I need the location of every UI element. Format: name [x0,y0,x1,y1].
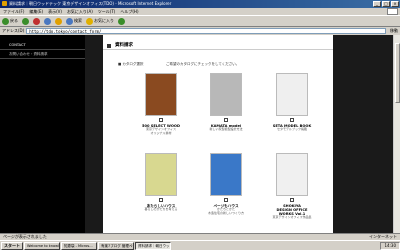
toolbar-icon [55,17,62,25]
windows-logo-icon [387,8,398,15]
address-input[interactable]: http://tdo.tokyo/contact_form/ [26,28,386,34]
go-button[interactable]: 移動 [388,28,400,34]
catalog-item: KAMATA model 新しい家型模型設計方法 [201,73,251,132]
toolbar-button-1[interactable] [22,17,29,25]
toolbar-button-3[interactable] [44,17,51,25]
sidebar: CONTACT お問い合わせ・資料請求 [0,35,85,233]
address-bar: アドレス(D) http://tdo.tokyo/contact_form/ 移… [0,27,400,35]
toolbar-button-0[interactable]: 戻る [2,17,18,25]
catalog-cover-image [210,153,242,196]
ie-icon [2,1,7,6]
status-text: ページが表示されました [3,234,47,239]
catalog-cover-image [145,73,177,116]
toolbar-label: 戻る [10,18,18,23]
scrollbar-thumb[interactable] [395,43,400,103]
toolbar-icon [44,17,51,25]
toolbar: 戻る 検索 お気に入り [0,15,400,27]
catalog-checkbox[interactable] [224,118,228,122]
catalog-item: 500 SELECT WOOD 東京デザインオフィス オリジナル素材 [136,73,186,135]
catalog-subtitle: 東京デザインオフィス オリジナル素材 [146,127,176,135]
catalog-item: あたらしいハウス 暮らしのかたちを考える [136,153,186,212]
intro-text: ご希望のカタログにチェックをしてください。 [166,62,240,66]
menu-edit[interactable]: 編集(E) [29,9,43,15]
toolbar-button-4[interactable] [55,17,62,25]
menu-view[interactable]: 表示(V) [48,9,62,15]
menu-favorites[interactable]: お気に入り(A) [67,9,93,15]
taskbar-task-2[interactable]: 有楽7ブログ 管理ページ... [98,241,134,250]
catalog-subtitle: 東京デザインオフィス作品集 [272,215,312,219]
toolbar-button-7[interactable] [118,17,125,25]
toolbar-label: 検索 [74,18,82,23]
minimize-button[interactable]: _ [373,1,381,7]
catalog-subtitle: 新しい家型模型設計方法 [209,127,243,131]
catalog-checkbox[interactable] [159,118,163,122]
toolbar-button-5[interactable]: 検索 [66,17,82,25]
menu-file[interactable]: ファイル(F) [3,9,24,15]
catalog-cover-image [210,73,242,116]
taskbar-clock: 14:30 [380,241,400,250]
page-title-text: 資料請求 [115,43,133,48]
catalog-checkbox[interactable] [290,198,294,202]
start-button[interactable]: スタート [1,241,23,250]
catalog-item: SETA MODEL BOOK セタモデルブック掲載 [267,73,317,132]
toolbar-icon [2,17,9,25]
catalog-cover-image [276,73,308,116]
toolbar-icon [86,17,93,25]
page-title: 資料請求 [103,42,333,50]
section-label: ■ カタログ選択 [118,62,144,66]
catalog-item: ページもハウス かたちとかた 木造住宅の新しいつくり方 [201,153,251,215]
taskbar-task-1[interactable]: 知恵袋 - Micros... [61,241,97,250]
catalog-subtitle: 暮らしのかたちを考える [144,207,178,211]
main-content: 資料請求 ■ カタログ選択 ご希望のカタログにチェックをしてください。 500 … [103,35,333,233]
status-bar: ページが表示されました インターネット [0,233,400,240]
toolbar-icon [66,17,73,25]
window-titlebar: 資料請求｜朝日ウッドテック 東京デザインオフィス(TDO) - Microsof… [0,0,400,8]
taskbar: スタート Welcome to knowledge...知恵袋 - Micros… [0,240,400,250]
sidebar-item-1[interactable]: お問い合わせ・資料請求 [0,50,85,59]
toolbar-button-6[interactable]: お気に入り [86,17,114,25]
square-icon [107,44,111,48]
catalog-checkbox[interactable] [224,198,228,202]
scrollbar[interactable] [393,35,400,233]
address-label: アドレス(D) [2,28,25,33]
toolbar-button-2[interactable] [33,17,40,25]
catalog-checkbox[interactable] [290,118,294,122]
maximize-button[interactable]: □ [382,1,390,7]
toolbar-label: お気に入り [94,18,114,23]
window-title: 資料請求｜朝日ウッドテック 東京デザインオフィス(TDO) - Microsof… [9,1,172,6]
taskbar-task-3[interactable]: 資料請求｜朝日ウッド... [135,241,171,250]
toolbar-icon [33,17,40,25]
close-button[interactable]: × [391,1,399,7]
toolbar-icon [118,17,125,25]
catalog-checkbox[interactable] [159,198,163,202]
menu-help[interactable]: ヘルプ(H) [120,9,138,15]
menu-tools[interactable]: ツール(T) [98,9,116,15]
taskbar-task-0[interactable]: Welcome to knowledge... [24,241,60,250]
catalog-subtitle: セタモデルブック掲載 [276,127,307,131]
catalog-subtitle: かたちとかた 木造住宅の新しいつくり方 [207,207,244,215]
menu-bar: ファイル(F) 編集(E) 表示(V) お気に入り(A) ツール(T) ヘルプ(… [0,8,400,15]
toolbar-icon [22,17,29,25]
sidebar-item-0[interactable]: CONTACT [0,41,85,50]
catalog-cover-image [145,153,177,196]
catalog-cover-image [276,153,308,196]
catalog-item: SHOKIYA DESIGN OFFICE WORKS Vol.1 東京デザインオ… [267,153,317,220]
